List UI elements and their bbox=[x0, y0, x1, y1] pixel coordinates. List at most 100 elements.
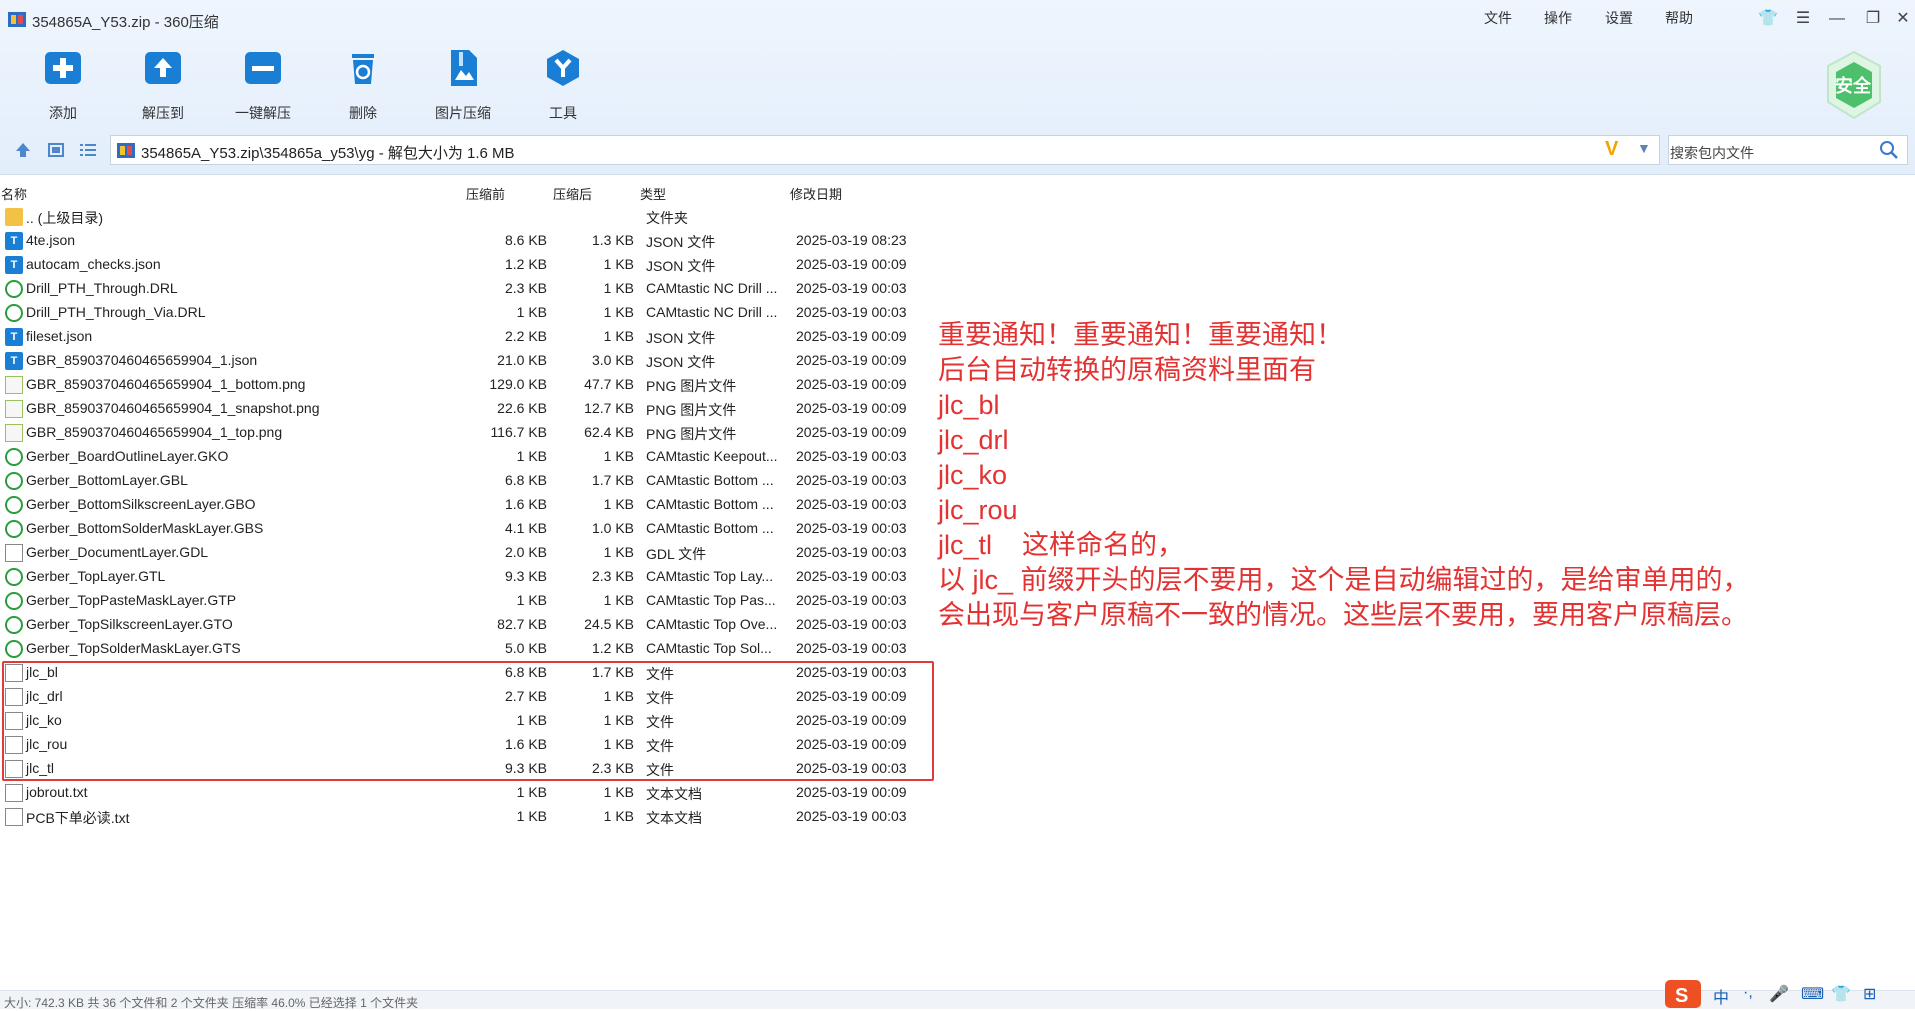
column-name[interactable]: 名称 bbox=[1, 184, 27, 203]
skin-icon[interactable]: 👕 bbox=[1757, 8, 1779, 30]
file-size: 2.3 KB bbox=[504, 280, 547, 296]
toolbar-extract-to-button[interactable]: 解压到 bbox=[128, 48, 198, 123]
sogou-logo-icon[interactable]: S bbox=[1665, 980, 1701, 1008]
security-badge[interactable]: 安全 bbox=[1824, 50, 1884, 120]
cam-icon bbox=[5, 568, 23, 586]
file-row[interactable]: Gerber_TopSilkscreenLayer.GTO 82.7 KB 24.5… bbox=[0, 613, 940, 637]
file-size: 2.2 KB bbox=[504, 328, 547, 344]
file-size: 1 KB bbox=[516, 592, 547, 608]
file-name: Gerber_TopSilkscreenLayer.GTO bbox=[26, 616, 233, 632]
menu-settings[interactable]: 设置 bbox=[1605, 8, 1633, 28]
column-size[interactable]: 压缩前 bbox=[466, 184, 505, 203]
file-date: 2025-03-19 00:03 bbox=[796, 304, 907, 320]
file-row[interactable]: Gerber_BoardOutlineLayer.GKO 1 KB 1 KB CAMt… bbox=[0, 445, 940, 469]
file-type: JSON 文件 bbox=[646, 234, 716, 250]
cam-icon bbox=[5, 496, 23, 514]
file-row[interactable]: Gerber_BottomSilkscreenLayer.GBO 1.6 KB 1 … bbox=[0, 493, 940, 517]
notice-line: 会出现与客户原稿不一致的情况。这些层不要用，要用客户原稿层。 bbox=[938, 600, 1748, 630]
window-title: 354865A_Y53.zip - 360压缩 bbox=[32, 14, 219, 31]
search-input[interactable]: 搜索包内文件 bbox=[1670, 143, 1754, 163]
ime-lang[interactable]: 中 bbox=[1713, 984, 1729, 1008]
file-size: 1.6 KB bbox=[504, 496, 547, 512]
file-size: 1 KB bbox=[516, 784, 547, 800]
search-icon[interactable] bbox=[1879, 140, 1899, 160]
chevron-down-icon[interactable]: ▼ bbox=[1637, 140, 1651, 156]
file-date: 2025-03-19 00:03 bbox=[796, 544, 907, 560]
file-row[interactable]: Gerber_DocumentLayer.GDL 2.0 KB 1 KB GDL 文件… bbox=[0, 541, 940, 565]
column-packed[interactable]: 压缩后 bbox=[553, 184, 592, 203]
path-field[interactable]: 354865A_Y53.zip\354865a_y53\yg - 解包大小为 1… bbox=[110, 135, 1660, 165]
file-packed-size: 1 KB bbox=[603, 328, 634, 344]
skin-icon[interactable]: 👕 bbox=[1831, 984, 1851, 1004]
file-packed-size: 3.0 KB bbox=[591, 352, 634, 368]
file-type: JSON 文件 bbox=[646, 330, 716, 346]
file-date: 2025-03-19 00:09 bbox=[796, 784, 907, 800]
keyboard-icon[interactable]: ⌨ bbox=[1801, 984, 1824, 1004]
file-size: 1 KB bbox=[516, 448, 547, 464]
file-date: 2025-03-19 00:03 bbox=[796, 520, 907, 536]
file-type: JSON 文件 bbox=[646, 258, 716, 274]
toolbar-delete-button[interactable]: 删除 bbox=[328, 48, 398, 123]
column-type[interactable]: 类型 bbox=[640, 184, 666, 203]
file-row[interactable]: Drill_PTH_Through_Via.DRL 1 KB 1 KB CAMtast… bbox=[0, 301, 940, 325]
file-row[interactable]: Gerber_BottomLayer.GBL 6.8 KB 1.7 KB CAMtas… bbox=[0, 469, 940, 493]
file-row[interactable]: Drill_PTH_Through.DRL 2.3 KB 1 KB CAMtastic… bbox=[0, 277, 940, 301]
notice-annotation: 重要通知！重要通知！重要通知！ 后台自动转换的原稿资料里面有 jlc_bl jlc_d… bbox=[938, 318, 1750, 633]
file-row[interactable]: Tfileset.json 2.2 KB 1 KB JSON 文件 2025-03-19… bbox=[0, 325, 940, 349]
menu-file[interactable]: 文件 bbox=[1484, 8, 1512, 28]
close-button[interactable]: ✕ bbox=[1892, 8, 1914, 30]
file-row[interactable]: Gerber_TopPasteMaskLayer.GTP 1 KB 1 KB CAMt… bbox=[0, 589, 940, 613]
file-row[interactable]: Gerber_BottomSolderMaskLayer.GBS 4.1 KB 1.… bbox=[0, 517, 940, 541]
file-name: jobrout.txt bbox=[26, 784, 88, 800]
file-row[interactable]: GBR_8590370460465659904_1_snapshot.png 22… bbox=[0, 397, 940, 421]
list-view-icon[interactable] bbox=[78, 140, 98, 160]
toolbar-one-click-extract-button[interactable]: 一键解压 bbox=[228, 48, 298, 123]
file-row[interactable]: PCB下单必读.txt 1 KB 1 KB 文本文档 2025-03-19 00:03 bbox=[0, 805, 940, 829]
thumbnail-view-icon[interactable] bbox=[46, 140, 66, 160]
ime-punct[interactable]: ·, bbox=[1743, 984, 1753, 1002]
file-type: CAMtastic Top Pas... bbox=[646, 592, 776, 608]
file-name: Gerber_TopLayer.GTL bbox=[26, 568, 166, 584]
file-size: 21.0 KB bbox=[497, 352, 547, 368]
file-size: 1 KB bbox=[516, 304, 547, 320]
file-packed-size: 1 KB bbox=[603, 592, 634, 608]
file-row[interactable]: Tautocam_checks.json 1.2 KB 1 KB JSON 文件 202… bbox=[0, 253, 940, 277]
verify-icon[interactable]: V bbox=[1605, 138, 1618, 161]
app-logo-icon bbox=[8, 12, 26, 27]
file-type: PNG 图片文件 bbox=[646, 378, 737, 394]
status-text: 大小: 742.3 KB 共 36 个文件和 2 个文件夹 压缩率 46.0% … bbox=[4, 996, 419, 1010]
cam-icon bbox=[5, 472, 23, 490]
file-row[interactable]: GBR_8590370460465659904_1_top.png 116.7 K… bbox=[0, 421, 940, 445]
file-size: 6.8 KB bbox=[504, 472, 547, 488]
toolbar-image-compress-button[interactable]: 图片压缩 bbox=[428, 48, 498, 123]
file-row[interactable]: .. (上级目录) 文件夹 bbox=[0, 205, 940, 229]
toolbar-one-click-extract-label: 一键解压 bbox=[235, 105, 291, 121]
file-packed-size: 1 KB bbox=[603, 496, 634, 512]
file-row[interactable]: Gerber_TopLayer.GTL 9.3 KB 2.3 KB CAMtastic… bbox=[0, 565, 940, 589]
minimize-button[interactable]: — bbox=[1826, 8, 1848, 30]
menu-operate[interactable]: 操作 bbox=[1544, 8, 1572, 28]
column-date[interactable]: 修改日期 bbox=[790, 184, 842, 203]
maximize-button[interactable]: ❐ bbox=[1862, 8, 1884, 30]
toolbar-tools-button[interactable]: 工具 bbox=[528, 48, 598, 123]
toolbar-add-button[interactable]: 添加 bbox=[28, 48, 98, 123]
file-name: GBR_8590370460465659904_1_top.png bbox=[26, 424, 283, 440]
file-row[interactable]: GBR_8590370460465659904_1_bottom.png 129.… bbox=[0, 373, 940, 397]
file-date: 2025-03-19 00:03 bbox=[796, 448, 907, 464]
file-row[interactable]: T GBR_8590370460465659904_1.json 21.0 KB 3.… bbox=[0, 349, 940, 373]
file-packed-size: 1 KB bbox=[603, 256, 634, 272]
file-date: 2025-03-19 00:03 bbox=[796, 808, 907, 824]
file-type: CAMtastic NC Drill ... bbox=[646, 280, 778, 296]
menu-help[interactable]: 帮助 bbox=[1665, 8, 1693, 28]
file-row[interactable]: Gerber_TopSolderMaskLayer.GTS 5.0 KB 1.2 K… bbox=[0, 637, 940, 661]
file-row[interactable]: T 4te.json 8.6 KB 1.3 KB JSON 文件 2025-03-19 0… bbox=[0, 229, 940, 253]
search-box[interactable]: 搜索包内文件 bbox=[1668, 135, 1908, 165]
menu-icon[interactable]: ☰ bbox=[1792, 8, 1814, 30]
microphone-icon[interactable]: 🎤 bbox=[1769, 984, 1789, 1004]
add-icon bbox=[45, 52, 81, 84]
folder-icon bbox=[5, 208, 23, 226]
up-level-icon[interactable] bbox=[13, 140, 33, 160]
toolbox-icon[interactable]: ⊞ bbox=[1863, 984, 1876, 1004]
file-row[interactable]: jobrout.txt 1 KB 1 KB 文本文档 2025-03-19 00:09 bbox=[0, 781, 940, 805]
toolbar-image-compress-label: 图片压缩 bbox=[435, 105, 491, 121]
